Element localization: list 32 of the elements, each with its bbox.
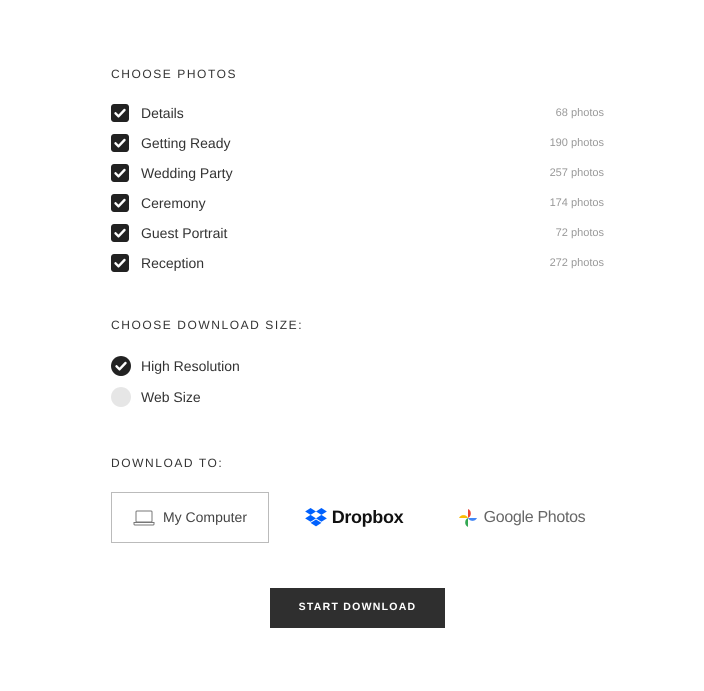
photo-count: 272 photos — [550, 256, 604, 271]
checkbox[interactable] — [111, 164, 129, 182]
photo-count: 174 photos — [550, 196, 604, 211]
section-heading: CHOOSE DOWNLOAD SIZE: — [111, 317, 304, 333]
checkbox-label: Getting Ready — [141, 134, 230, 153]
radio-button[interactable] — [111, 387, 131, 407]
radio-label: High Resolution — [141, 356, 240, 376]
section-heading: CHOOSE PHOTOS — [111, 66, 238, 82]
checkbox[interactable] — [111, 224, 129, 242]
photo-count: 190 photos — [550, 136, 604, 151]
laptop-icon — [132, 510, 155, 526]
radio-label: Web Size — [141, 388, 201, 406]
checkbox-label: Details — [141, 104, 184, 122]
photo-count: 257 photos — [550, 166, 604, 181]
checkbox[interactable] — [111, 134, 129, 152]
photo-count: 72 photos — [556, 226, 604, 241]
checkbox-label: Reception — [141, 254, 204, 273]
checkbox-label: Ceremony — [141, 194, 206, 213]
checkbox-label: Guest Portrait — [141, 224, 228, 242]
start-download-button[interactable]: START DOWNLOAD — [270, 588, 445, 628]
radio-button[interactable] — [111, 356, 131, 376]
dropbox-icon — [304, 508, 327, 527]
photo-count: 68 photos — [556, 106, 604, 121]
destination-option[interactable]: My Computer — [111, 492, 269, 543]
checkbox-label: Wedding Party — [141, 164, 233, 183]
checkbox[interactable] — [111, 104, 129, 122]
destination-option[interactable]: Dropbox — [269, 492, 439, 543]
section-heading: DOWNLOAD TO: — [111, 455, 224, 471]
destination-option[interactable]: Google Photos — [439, 492, 604, 543]
checkbox[interactable] — [111, 194, 129, 212]
checkbox[interactable] — [111, 254, 129, 272]
pinwheel-icon — [458, 508, 478, 528]
